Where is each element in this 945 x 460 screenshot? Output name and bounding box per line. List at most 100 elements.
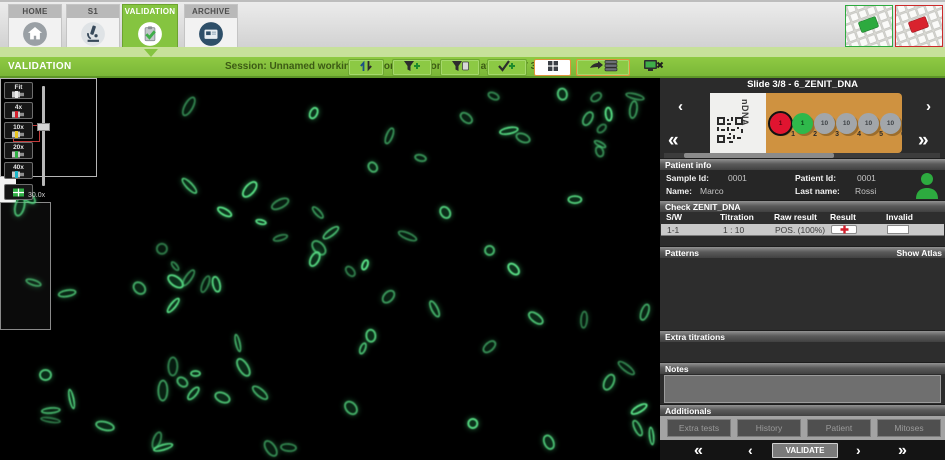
next-well-button[interactable]: ›: [856, 443, 861, 457]
filter-add-button[interactable]: [392, 59, 432, 76]
mitoses-button[interactable]: Mitoses: [877, 419, 941, 437]
check-header-label: Check ZENIT_DNA: [665, 202, 741, 212]
objective-20x-icon: [12, 151, 25, 158]
fluorescent-cell: [413, 153, 428, 164]
patient-button[interactable]: Patient: [807, 419, 871, 437]
extra-titrations-label: Extra titrations: [665, 332, 725, 342]
tab-home[interactable]: HOME: [8, 4, 62, 49]
zoom-fit-label: Fit: [15, 84, 23, 91]
filter-report-icon: [451, 59, 469, 77]
patient-info-body: Sample Id: 0001 Patient Id: 0001 Name: M…: [660, 170, 945, 200]
zoom-40x-label: 40x: [13, 164, 24, 171]
tab-archive[interactable]: ARCHIVE: [184, 4, 238, 49]
last-name-label: Last name:: [795, 186, 840, 196]
well-2-titer: 1: [801, 120, 805, 127]
well-1-selected[interactable]: 11: [770, 113, 791, 134]
slide-label-area: nDNA: [710, 93, 766, 153]
last-well-button[interactable]: »: [898, 443, 907, 459]
check-add-button[interactable]: [487, 59, 527, 76]
keyboard-red-key[interactable]: [895, 5, 943, 47]
fluorescent-cell: [505, 260, 523, 278]
screen-close-icon: [643, 59, 665, 77]
red-plus-icon: [840, 225, 849, 234]
fluorescent-cell: [156, 243, 168, 255]
sort-button[interactable]: [348, 59, 384, 76]
fluorescent-cell: [41, 406, 61, 415]
zoom-fit-button[interactable]: Fit: [4, 82, 33, 99]
result-positive-button[interactable]: [831, 225, 857, 234]
history-button[interactable]: History: [737, 419, 801, 437]
toolbar-title: VALIDATION: [8, 61, 72, 72]
fluorescent-cell: [600, 372, 618, 393]
fluorescent-cell: [190, 370, 201, 377]
last-slide-button[interactable]: »: [918, 131, 929, 150]
fluorescent-cell: [310, 205, 326, 221]
zoom-level-readout: 30.0x: [28, 192, 45, 199]
check-section-header: Check ZENIT_DNA: [660, 200, 945, 212]
fluorescent-cell: [359, 257, 370, 271]
fluorescent-cell: [39, 368, 52, 380]
zoom-4x-button[interactable]: 4x: [4, 102, 33, 119]
fluorescent-cell: [481, 243, 497, 259]
fluorescent-cell: [255, 218, 268, 227]
grid-view-button[interactable]: [534, 59, 571, 76]
grid-view-icon: [547, 59, 559, 77]
zoom-slider-handle[interactable]: [37, 123, 50, 131]
patterns-section-header: Patterns Show Atlas: [660, 246, 945, 258]
filter-report-button[interactable]: [440, 59, 480, 76]
fluorescent-cell: [481, 338, 499, 355]
prev-well-button[interactable]: ‹: [748, 443, 753, 457]
slide-thumbnail[interactable]: nDNA 11 12 103 104: [710, 93, 902, 153]
well-3[interactable]: 103: [814, 113, 835, 134]
row-sw: 1-1: [667, 225, 679, 235]
well-6[interactable]: 106: [880, 113, 901, 134]
screen-close-button[interactable]: [637, 59, 671, 76]
first-well-button[interactable]: «: [694, 443, 703, 459]
invalid-checkbox[interactable]: [887, 225, 909, 234]
sample-id-label: Sample Id:: [666, 173, 709, 183]
microscopy-viewport[interactable]: » Fit 4x 10x 20x 40x: [0, 78, 660, 460]
objective-4x-icon: [12, 111, 25, 118]
well-2[interactable]: 12: [792, 113, 813, 134]
well-5[interactable]: 105: [858, 113, 879, 134]
fluorescent-cell: [232, 333, 243, 353]
zoom-20x-button[interactable]: 20x: [4, 142, 33, 159]
extra-titrations-header: Extra titrations: [660, 330, 945, 342]
fluorescent-cell: [210, 275, 222, 294]
prev-slide-button[interactable]: ‹: [678, 99, 683, 114]
zoom-40x-button[interactable]: 40x: [4, 162, 33, 179]
zoom-10x-button[interactable]: 10x: [4, 122, 33, 139]
fluorescent-cell: [260, 437, 280, 459]
fluorescent-cell: [39, 416, 60, 425]
patterns-body: [660, 258, 945, 330]
tab-validation[interactable]: VALIDATION: [122, 4, 178, 49]
check-table-row[interactable]: 1-1 1 : 10 POS. (100%): [661, 224, 944, 236]
well-4[interactable]: 104: [836, 113, 857, 134]
fluorescent-cell: [269, 195, 291, 213]
next-slide-button[interactable]: ›: [926, 99, 931, 114]
patient-id-label: Patient Id:: [795, 173, 836, 183]
fluorescent-cell: [556, 86, 569, 101]
well-3-titer: 10: [821, 120, 828, 127]
tab-s1[interactable]: S1: [66, 4, 120, 49]
row-titration: 1 : 10: [723, 225, 744, 235]
zoom-slider-track[interactable]: [42, 86, 45, 186]
fluorescent-cell: [630, 418, 644, 437]
fluorescent-cell: [279, 442, 296, 452]
notes-header-label: Notes: [665, 364, 689, 374]
keyboard-green-key[interactable]: [845, 5, 893, 47]
fluorescent-cell: [379, 287, 399, 307]
additionals-header: Additionals: [660, 404, 945, 416]
send-to-archive-button[interactable]: [576, 59, 630, 76]
objective-10x-icon: [12, 131, 25, 138]
notes-textarea[interactable]: [664, 375, 941, 403]
validate-button[interactable]: VALIDATE: [772, 443, 838, 458]
fluorescent-cell: [239, 178, 260, 200]
first-slide-button[interactable]: «: [668, 131, 679, 150]
well-1-index: 1: [791, 131, 795, 138]
fluorescent-cell: [271, 232, 289, 244]
objective-40x-icon: [12, 171, 25, 178]
extra-tests-button[interactable]: Extra tests: [667, 419, 731, 437]
col-raw-result: Raw result: [774, 212, 817, 222]
fluorescent-cell: [213, 389, 233, 406]
